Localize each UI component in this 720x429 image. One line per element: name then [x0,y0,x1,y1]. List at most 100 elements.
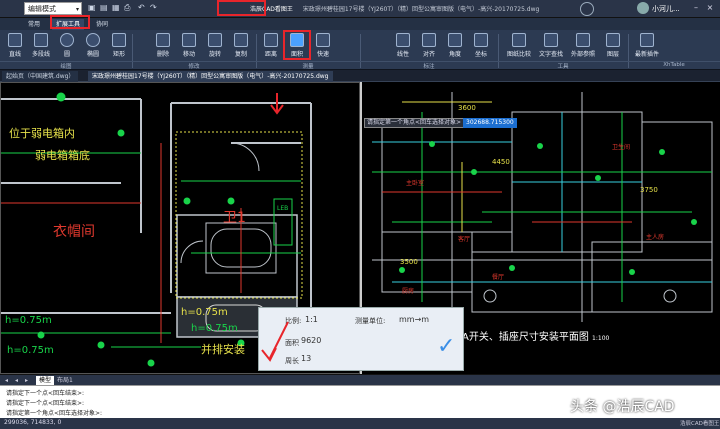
tool-aligned-dim-button[interactable]: 对齐 [416,32,442,60]
minimize-icon[interactable]: – [690,2,702,14]
tool-label: 距离 [264,51,277,58]
drawing-title-scale: 1:100 [592,335,610,342]
tool-label: 椭圆 [86,51,99,58]
tool-label: 文字查找 [538,51,563,58]
ribbon-tabs: 常用 扩展工具 协同 [0,15,720,30]
xref-icon [576,33,590,47]
group-modify-label: 修改 [132,61,256,70]
cursor-coordinates: 299036, 714833, 0 [4,419,62,426]
perimeter-value: 13 [301,354,312,363]
tool-label: 多段线 [31,51,50,58]
drawing-title: A开关、插座尺寸安装平面图 1:100 [462,328,609,343]
tool-rectangle-button[interactable]: 矩形 [106,32,132,60]
avatar[interactable] [637,2,649,14]
scale-value: 1:1 [305,315,318,324]
perimeter-label: 周长 [285,357,299,365]
plugin-icon [640,33,654,47]
tool-label: 最新插件 [634,51,659,58]
group-measure-label: 测量 [256,61,360,70]
coordinate-icon [474,33,488,47]
group-xhtable-label: XhTable [628,61,720,69]
print-icon[interactable]: ⎙ [124,3,130,13]
tool-layer-button[interactable]: 图层 [600,32,626,60]
confirm-check-icon[interactable]: ✓ [437,334,455,359]
tool-copy-button[interactable]: 复制 [228,32,254,60]
search-icon[interactable] [580,2,594,16]
status-bar: 299036, 714833, 0 浩辰CAD看图王 [0,418,720,429]
tool-label: 矩形 [112,51,125,58]
app-title: 浩辰CAD看图王 [250,6,293,13]
tab-collaboration[interactable]: 协同 [92,19,112,30]
tool-coordinate-button[interactable]: 坐标 [468,32,494,60]
drawing-canvas[interactable]: 位于弱电箱内 弱电箱箱底 衣帽间 卫1 LEB h=0.75m h=0.75m … [0,82,720,374]
unit-label: 测量单位: [355,317,386,325]
tool-text-find-button[interactable]: 文字查找 [536,32,566,60]
tool-label: 线性 [396,51,409,58]
tool-linear-dim-button[interactable]: 线性 [390,32,416,60]
aligned-dimension-icon [422,33,436,47]
redo-icon[interactable]: ↷ [150,3,157,12]
tool-rotate-button[interactable]: 旋转 [202,32,228,60]
close-icon[interactable]: × [704,2,716,14]
tool-polyline-button[interactable]: 多段线 [28,32,54,60]
tool-label: 删除 [156,51,169,58]
new-file-icon[interactable]: ▣ [88,3,96,12]
tool-quick-measure-button[interactable]: 快速 [310,32,336,60]
save-icon[interactable]: ▦ [112,3,120,12]
tab-extension-tools[interactable]: 扩展工具 [52,19,85,30]
coordinate-input[interactable]: 302688.715300 [463,118,517,128]
ellipse-icon [86,33,100,47]
copy-icon [234,33,248,47]
layer-icon [606,33,620,47]
area-label: 面积 [285,339,299,347]
drawing-title-main: A开关、插座尺寸安装平面图 [462,332,589,343]
doc-tab-drawing[interactable]: 宋政璟州碧桂园17号楼（YJ260T）（精）回型公寓审图版（电气）-高兴-201… [88,71,333,82]
rectangle-icon [112,33,126,47]
window-title: 浩辰CAD看图王 宋政璟州碧桂园17号楼（YJ260T）（精）回型公寓审图版（电… [250,4,539,13]
ribbon-toolbar: 直线 多段线 圆 椭圆 矩形 删除 移动 旋转 复制 距离 面积 快速 线性 对… [0,30,720,70]
doc-tab-start[interactable]: 起始页（中国建筑.dwg） [2,71,79,82]
text-find-icon [544,33,558,47]
tool-ellipse-button[interactable]: 椭圆 [80,32,106,60]
ruler-icon [264,33,278,47]
tool-move-button[interactable]: 移动 [176,32,202,60]
measure-result-panel: 比例: 1:1 测量单位: mm→m 面积 9620 周长 13 ✓ [258,307,464,371]
tool-area-button[interactable]: 面积 [284,32,310,60]
tool-label: 坐标 [474,51,487,58]
tool-line-button[interactable]: 直线 [2,32,28,60]
tool-xref-button[interactable]: 外部参照 [568,32,598,60]
tool-label: 圆 [63,51,70,58]
tool-delete-button[interactable]: 删除 [150,32,176,60]
tool-angle-dim-button[interactable]: 角度 [442,32,468,60]
command-history-line: 请指定下一个点<回车结束>: [6,400,85,407]
tool-drawing-compare-button[interactable]: 图纸比较 [504,32,534,60]
undo-icon[interactable]: ↶ [138,3,145,12]
tool-label: 旋转 [208,51,221,58]
tool-label: 角度 [448,51,461,58]
tool-label: 图层 [606,51,619,58]
tool-label: 面积 [290,51,303,58]
tool-label: 复制 [234,51,247,58]
mode-select-value: 编辑模式 [28,5,56,13]
tool-circle-button[interactable]: 圆 [54,32,80,60]
compare-icon [512,33,526,47]
command-input-line[interactable]: 请指定第一个角点<回车选择对象>: [6,408,102,417]
mode-select[interactable]: 编辑模式 ▾ [24,2,82,15]
user-name[interactable]: 小河儿... [652,4,680,14]
tool-distance-button[interactable]: 距离 [258,32,284,60]
angle-icon [448,33,462,47]
tool-latest-plugin-button[interactable]: 最新插件 [632,32,662,60]
line-icon [8,33,22,47]
command-history-line: 请指定下一个点<回车结束>: [6,390,85,397]
file-title: 宋政璟州碧桂园17号楼（YJ260T）（精）回型公寓审图版（电气）-高兴-201… [302,6,540,13]
layout-tab-bar: ◂ ◂ ▸ 模型 布局1 [0,374,720,386]
area-value: 9620 [301,336,322,345]
circle-icon [60,33,74,47]
tool-label: 对齐 [422,51,435,58]
document-tabs: 起始页（中国建筑.dwg） 宋政璟州碧桂园17号楼（YJ260T）（精）回型公寓… [0,70,720,82]
tab-common[interactable]: 常用 [24,19,44,30]
group-tools-label: 工具 [498,61,628,70]
tool-label: 外部参照 [570,51,595,58]
open-folder-icon[interactable]: ▤ [100,3,108,12]
polyline-icon [34,33,48,47]
